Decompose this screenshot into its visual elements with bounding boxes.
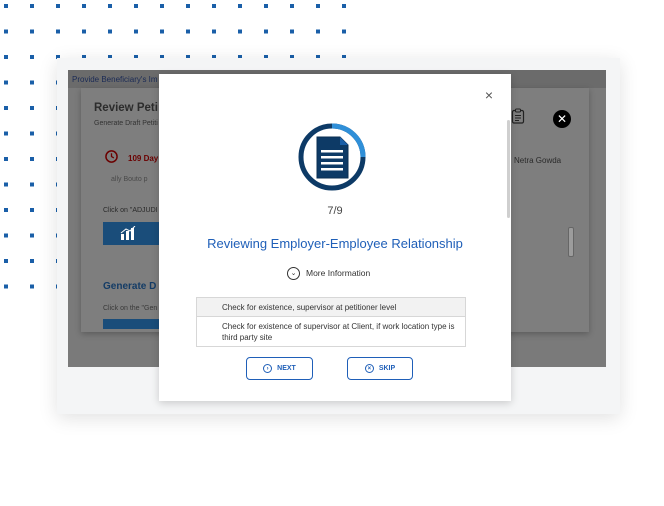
decorative-dot bbox=[4, 182, 8, 187]
decorative-dot bbox=[316, 29, 320, 34]
days-remaining-badge: 109 Day bbox=[128, 154, 159, 163]
decorative-dot bbox=[30, 131, 34, 136]
decorative-dot bbox=[4, 4, 8, 8]
decorative-dot bbox=[342, 29, 346, 34]
background-faded-text: ally Bouto p bbox=[111, 176, 148, 183]
decorative-dot bbox=[30, 106, 34, 110]
list-item: Check for existence of supervisor at Cli… bbox=[197, 316, 465, 346]
decorative-dot bbox=[56, 29, 60, 34]
decorative-dot bbox=[212, 4, 216, 8]
background-scrollbar[interactable] bbox=[568, 227, 574, 257]
decorative-dot bbox=[4, 259, 8, 263]
next-button-label: NEXT bbox=[277, 365, 296, 372]
decorative-dot bbox=[212, 29, 216, 34]
decorative-dot bbox=[56, 4, 60, 8]
decorative-dot bbox=[30, 4, 34, 8]
checklist: Check for existence, supervisor at petit… bbox=[196, 297, 466, 347]
skip-button[interactable]: × SKIP bbox=[347, 357, 413, 380]
next-button[interactable]: › NEXT bbox=[246, 357, 313, 380]
decorative-dot bbox=[82, 29, 86, 34]
background-panel-title: Review Peti bbox=[94, 102, 158, 114]
close-circle-icon[interactable]: ✕ bbox=[553, 110, 571, 128]
decorative-dot bbox=[342, 4, 346, 8]
more-information-label: More Information bbox=[306, 268, 371, 278]
decorative-dot bbox=[108, 29, 112, 34]
decorative-dot bbox=[4, 106, 8, 110]
clipboard-icon[interactable] bbox=[511, 108, 525, 124]
decorative-dot bbox=[108, 4, 112, 8]
decorative-dot bbox=[30, 284, 34, 289]
close-icon[interactable]: × bbox=[483, 88, 495, 102]
more-information-toggle[interactable]: ⌄ More Information bbox=[287, 266, 370, 280]
clock-icon bbox=[105, 150, 118, 163]
decorative-dot bbox=[290, 4, 294, 8]
generate-button[interactable] bbox=[103, 319, 161, 329]
decorative-dot bbox=[186, 4, 190, 8]
decorative-dot bbox=[4, 29, 8, 34]
background-panel-subtitle: Generate Draft Petiti bbox=[94, 120, 158, 127]
decorative-dot bbox=[238, 4, 242, 8]
skip-button-label: SKIP bbox=[378, 365, 396, 372]
decorative-dot bbox=[30, 55, 34, 59]
background-generate-instruction: Click on the "Gen bbox=[103, 305, 158, 312]
decorative-dot bbox=[4, 55, 8, 59]
decorative-dot bbox=[134, 29, 138, 34]
decorative-dot bbox=[264, 29, 268, 34]
decorative-dot bbox=[30, 233, 34, 238]
modal-scrollbar[interactable] bbox=[507, 120, 510, 218]
adjudicate-button[interactable] bbox=[103, 222, 161, 245]
decorative-dot bbox=[238, 29, 242, 34]
chevron-right-icon: › bbox=[263, 364, 273, 373]
decorative-dot bbox=[4, 131, 8, 136]
decorative-dot bbox=[30, 182, 34, 187]
step-title: Reviewing Employer-Employee Relationship bbox=[207, 236, 463, 251]
decorative-dot bbox=[160, 29, 164, 34]
decorative-dot bbox=[316, 4, 320, 8]
decorative-dot bbox=[30, 208, 34, 212]
decorative-dot bbox=[4, 208, 8, 212]
decorative-dot bbox=[82, 4, 86, 8]
decorative-dot bbox=[160, 4, 164, 8]
step-counter: 7/9 bbox=[327, 205, 343, 217]
list-item: Check for existence, supervisor at petit… bbox=[197, 298, 465, 316]
chevron-down-icon: ⌄ bbox=[287, 266, 300, 280]
decorative-dot bbox=[4, 157, 8, 161]
bar-chart-icon bbox=[120, 226, 136, 240]
background-click-instruction: Click on "ADJUDI bbox=[103, 207, 158, 214]
decorative-dot bbox=[264, 4, 268, 8]
decorative-dot bbox=[30, 259, 34, 263]
background-top-bar-text: Provide Beneficiary's Im bbox=[72, 75, 158, 84]
decorative-dot bbox=[30, 29, 34, 34]
decorative-dot bbox=[290, 29, 294, 34]
decorative-dot bbox=[30, 80, 34, 85]
background-generate-heading: Generate D bbox=[103, 281, 157, 292]
decorative-dot bbox=[186, 29, 190, 34]
decorative-dot bbox=[4, 284, 8, 289]
decorative-dot bbox=[4, 80, 8, 85]
decorative-dot bbox=[4, 233, 8, 238]
document-icon bbox=[298, 123, 366, 191]
decorative-dot bbox=[134, 4, 138, 8]
user-name: Netra Gowda bbox=[514, 156, 562, 165]
close-icon: × bbox=[364, 364, 374, 373]
decorative-dot bbox=[30, 157, 34, 161]
